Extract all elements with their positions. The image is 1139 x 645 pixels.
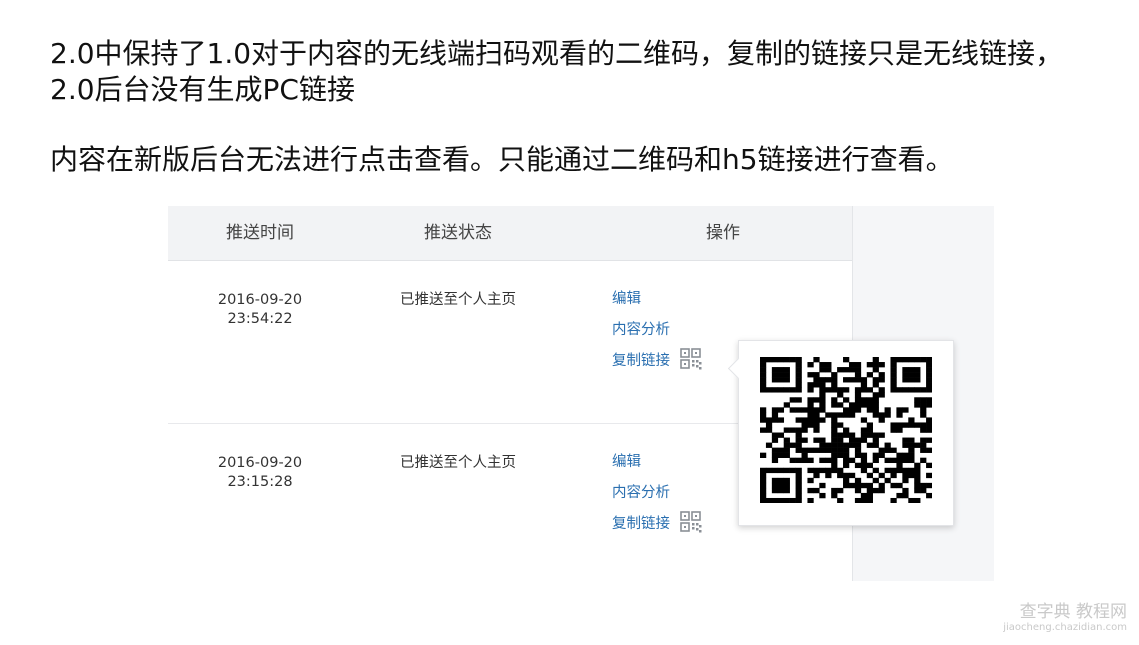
qr-code-icon[interactable] [680,348,702,370]
push-clock: 23:54:22 [227,311,293,327]
row-actions: 编辑 内容分析 复制链接 [612,284,702,377]
edit-link[interactable]: 编辑 [612,284,702,315]
table-header: 推送时间 推送状态 操作 [168,206,852,261]
push-time: 2016-09-20 23:15:28 [168,454,352,492]
push-clock: 23:15:28 [227,474,293,490]
qr-code-image [760,357,932,503]
content-analysis-link[interactable]: 内容分析 [612,478,702,509]
copy-link-row: 复制链接 [612,346,702,377]
watermark-url: jiaocheng.chazidian.com [1003,622,1127,633]
content-analysis-link[interactable]: 内容分析 [612,315,702,346]
push-status: 已推送至个人主页 [400,292,516,308]
edit-link[interactable]: 编辑 [612,447,702,478]
header-push-time: 推送时间 [226,223,294,243]
copy-link-button[interactable]: 复制链接 [612,516,670,532]
header-operations: 操作 [706,223,740,243]
push-time: 2016-09-20 23:54:22 [168,291,352,329]
qr-code-popup [727,340,954,526]
push-date: 2016-09-20 [217,292,303,308]
copy-link-row: 复制链接 [612,509,702,540]
description-paragraph-2: 内容在新版后台无法进行点击查看。只能通过二维码和h5链接进行查看。 [50,143,954,176]
row-actions: 编辑 内容分析 复制链接 [612,447,702,540]
watermark-title: 查字典 教程网 [1019,602,1127,623]
screenshot-panel: 推送时间 推送状态 操作 2016-09-20 23:54:22 已推送至个人主… [168,206,994,581]
push-status: 已推送至个人主页 [400,455,516,471]
push-date: 2016-09-20 [217,455,303,471]
header-push-status: 推送状态 [424,223,492,243]
qr-code-icon[interactable] [680,511,702,533]
site-watermark: 查字典 教程网 jiaocheng.chazidian.com [1003,603,1127,633]
copy-link-button[interactable]: 复制链接 [612,353,670,369]
description-paragraph-1: 2.0中保持了1.0对于内容的无线端扫码观看的二维码，复制的链接只是无线链接，2… [50,37,1064,106]
